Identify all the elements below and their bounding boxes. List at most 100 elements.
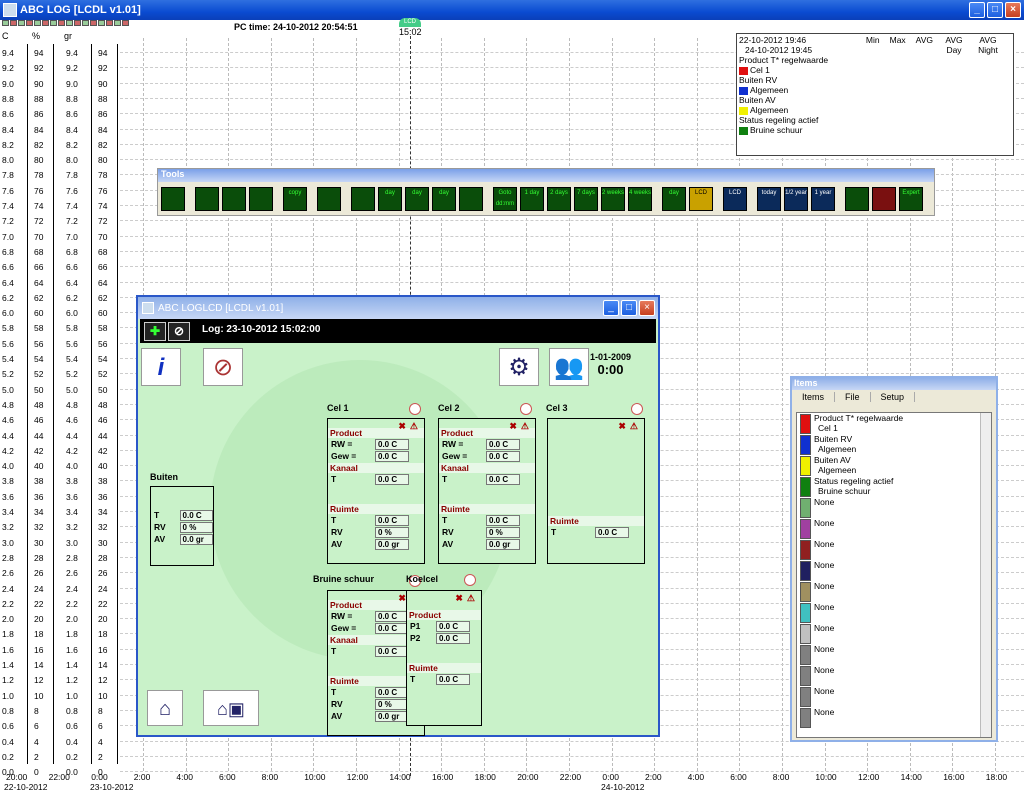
lcd-minimize-button[interactable]: _ <box>603 300 619 316</box>
tool-button[interactable]: day <box>662 187 686 211</box>
no-entry-icon[interactable]: ⊘ <box>168 322 190 341</box>
toggle-icon[interactable] <box>58 20 65 26</box>
tool-button[interactable]: 1/2 year <box>784 187 808 211</box>
add-check-icon[interactable]: ✚ <box>144 322 166 341</box>
list-item[interactable]: None <box>797 581 991 602</box>
list-item[interactable]: None <box>797 623 991 644</box>
tool-button[interactable]: day <box>378 187 402 211</box>
tool-button[interactable] <box>222 187 246 211</box>
toggle-icon[interactable] <box>90 20 97 26</box>
series-color-swatch[interactable] <box>800 414 811 434</box>
warning-icon[interactable]: ⚠ <box>630 421 638 432</box>
warning-icon[interactable]: ⚠ <box>467 593 475 604</box>
toggle-icon[interactable] <box>2 20 9 26</box>
menu-setup[interactable]: Setup <box>871 392 916 402</box>
tool-button[interactable] <box>161 187 185 211</box>
toggle-icon[interactable] <box>10 20 17 26</box>
home-page-icon[interactable]: ⌂▣ <box>203 690 259 726</box>
list-item[interactable]: None <box>797 602 991 623</box>
settings-icon[interactable]: ⚙ <box>499 348 539 386</box>
series-color-swatch[interactable] <box>800 687 811 707</box>
tool-button[interactable] <box>459 187 483 211</box>
tool-button[interactable]: day <box>432 187 456 211</box>
series-color-swatch[interactable] <box>800 435 811 455</box>
menu-items[interactable]: Items <box>792 392 836 402</box>
warning-icon[interactable]: ⚠ <box>521 421 529 432</box>
series-color-swatch[interactable] <box>800 645 811 665</box>
items-scrollbar[interactable] <box>980 413 991 737</box>
list-item[interactable]: Product T* regelwaarde Cel 1 <box>797 413 991 434</box>
series-color-swatch[interactable] <box>800 456 811 476</box>
users-icon[interactable]: 👥 <box>549 348 589 386</box>
tool-button[interactable] <box>195 187 219 211</box>
tool-button[interactable]: copy <box>283 187 307 211</box>
series-color-swatch[interactable] <box>800 582 811 602</box>
tool-button[interactable] <box>317 187 341 211</box>
toggle-icon[interactable] <box>98 20 105 26</box>
tool-button[interactable] <box>249 187 273 211</box>
toggle-icon[interactable] <box>34 20 41 26</box>
series-color-swatch[interactable] <box>800 666 811 686</box>
tool-button[interactable]: 7 days <box>574 187 598 211</box>
tool-button[interactable]: 2 weeks <box>601 187 625 211</box>
toggle-icon[interactable] <box>106 20 113 26</box>
tool-button[interactable]: 1 year <box>811 187 835 211</box>
clock-icon[interactable] <box>464 574 476 586</box>
series-color-swatch[interactable] <box>800 498 811 518</box>
minimize-button[interactable]: _ <box>969 2 985 18</box>
info-icon[interactable]: i <box>141 348 181 386</box>
close-icon[interactable]: ✖ <box>398 593 406 604</box>
tool-button[interactable] <box>845 187 869 211</box>
warning-icon[interactable]: ⚠ <box>410 421 418 432</box>
clock-icon[interactable] <box>520 403 532 415</box>
list-item[interactable]: None <box>797 686 991 707</box>
close-icon[interactable]: ✖ <box>618 421 626 432</box>
tool-button[interactable]: 2 days <box>547 187 571 211</box>
toggle-icon[interactable] <box>18 20 25 26</box>
toggle-icon[interactable] <box>42 20 49 26</box>
series-color-swatch[interactable] <box>800 624 811 644</box>
list-item[interactable]: Status regeling actief Bruine schuur <box>797 476 991 497</box>
list-item[interactable]: None <box>797 497 991 518</box>
toggle-icon[interactable] <box>66 20 73 26</box>
items-list[interactable]: Product T* regelwaarde Cel 1 Buiten RV Alge… <box>796 412 992 738</box>
toggle-icon[interactable] <box>114 20 121 26</box>
clock-icon[interactable] <box>409 403 421 415</box>
list-item[interactable]: Buiten RV Algemeen <box>797 434 991 455</box>
close-icon[interactable]: ✖ <box>455 593 463 604</box>
list-item[interactable]: None <box>797 707 991 728</box>
close-button[interactable]: × <box>1005 2 1021 18</box>
toggle-icon[interactable] <box>26 20 33 26</box>
home-icon[interactable]: ⌂ <box>147 690 183 726</box>
close-icon[interactable]: ✖ <box>509 421 517 432</box>
close-icon[interactable]: ✖ <box>398 421 406 432</box>
series-color-swatch[interactable] <box>800 519 811 539</box>
list-item[interactable]: None <box>797 518 991 539</box>
tool-button[interactable] <box>351 187 375 211</box>
tool-button[interactable]: 4 weeks <box>628 187 652 211</box>
toggle-icon[interactable] <box>122 20 129 26</box>
tool-button[interactable]: day <box>405 187 429 211</box>
list-item[interactable]: None <box>797 644 991 665</box>
toggle-icon[interactable] <box>74 20 81 26</box>
cursor-label[interactable]: LCD 15:02 <box>399 18 422 37</box>
tool-button[interactable]: 1 day <box>520 187 544 211</box>
list-item[interactable]: None <box>797 560 991 581</box>
maximize-button[interactable]: □ <box>987 2 1003 18</box>
list-item[interactable]: None <box>797 665 991 686</box>
series-color-swatch[interactable] <box>800 477 811 497</box>
tool-button[interactable] <box>872 187 896 211</box>
tool-button[interactable]: LCD <box>723 187 747 211</box>
list-item[interactable]: Buiten AV Algemeen <box>797 455 991 476</box>
series-color-swatch[interactable] <box>800 708 811 728</box>
tool-button[interactable]: Goto dd:mm <box>493 187 517 211</box>
tool-button[interactable]: Expert <box>899 187 923 211</box>
tool-button[interactable]: LCD <box>689 187 713 211</box>
series-color-swatch[interactable] <box>800 540 811 560</box>
toggle-icon[interactable] <box>82 20 89 26</box>
list-item[interactable]: None <box>797 539 991 560</box>
clock-icon[interactable] <box>631 403 643 415</box>
menu-file[interactable]: File <box>835 392 871 402</box>
series-color-swatch[interactable] <box>800 561 811 581</box>
no-entry-icon[interactable]: ⊘ <box>203 348 243 386</box>
